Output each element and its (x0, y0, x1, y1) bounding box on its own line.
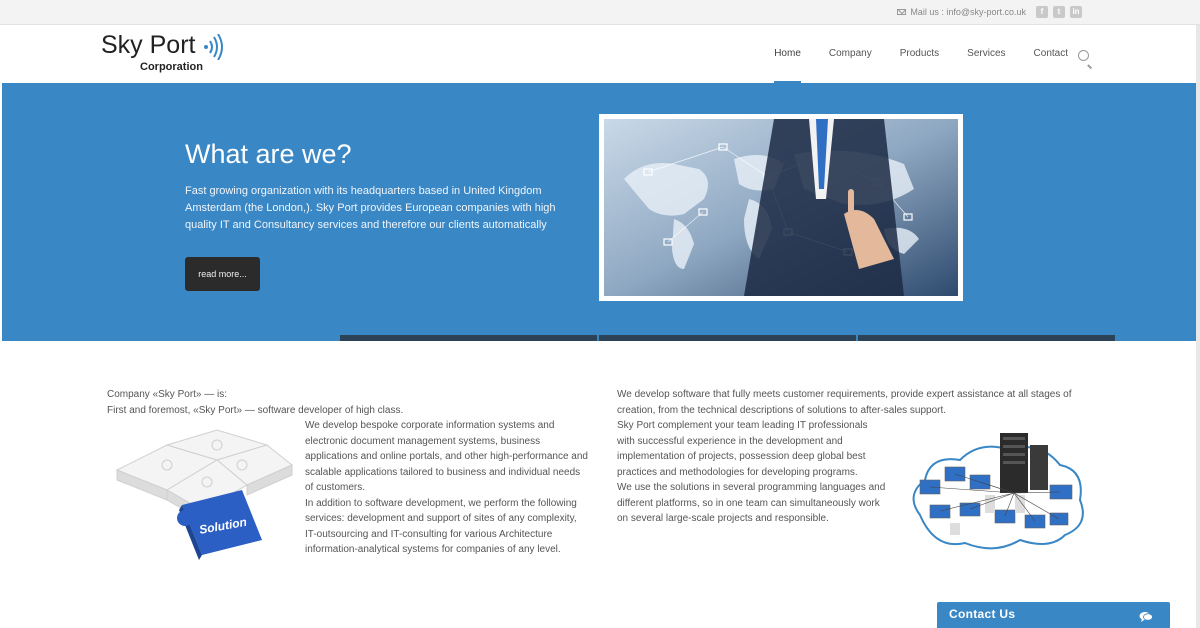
signal-waves-icon (204, 34, 223, 60)
read-more-button[interactable]: read more... (185, 257, 260, 291)
social-links: f t in (1036, 6, 1082, 18)
slider-tab[interactable] (340, 335, 597, 341)
puzzle-solution-image: Solution (115, 429, 293, 560)
linkedin-icon[interactable]: in (1070, 6, 1082, 18)
scrollbar[interactable] (1196, 25, 1200, 628)
left-intro-line-1: Company «Sky Port» — is: (107, 389, 228, 400)
mail-text[interactable]: Mail us : info@sky-port.co.uk (910, 7, 1026, 17)
site-header: Sky Port Corporation Home Company Produc… (0, 25, 1200, 83)
slider-tabs (340, 335, 1115, 341)
logo[interactable]: Sky Port Corporation (101, 31, 231, 75)
hero-image-frame (599, 114, 963, 301)
businessman-world-map-image (604, 119, 958, 296)
top-bar: Mail us : info@sky-port.co.uk f t in (0, 0, 1200, 25)
nav-services[interactable]: Services (953, 25, 1019, 83)
left-body: We develop bespoke corporate information… (305, 418, 590, 558)
mail-info[interactable]: Mail us : info@sky-port.co.uk (897, 7, 1026, 17)
contact-us-label: Contact Us (949, 607, 1016, 621)
main-nav: Home Company Products Services Contact (760, 25, 1082, 83)
nav-company[interactable]: Company (815, 25, 886, 83)
right-intro: We develop software that fully meets cus… (617, 389, 1072, 416)
nav-products[interactable]: Products (886, 25, 953, 83)
nav-home[interactable]: Home (760, 25, 815, 83)
hero-banner: What are we? Fast growing organization w… (2, 83, 1196, 341)
facebook-icon[interactable]: f (1036, 6, 1048, 18)
mail-icon (897, 9, 907, 15)
nav-contact[interactable]: Contact (1020, 25, 1082, 83)
left-intro: Company «Sky Port» — is: First and forem… (107, 387, 587, 418)
right-paragraph-1: Sky Port complement your team leading IT… (617, 420, 868, 478)
slider-tab[interactable] (599, 335, 856, 341)
slider-tab[interactable] (858, 335, 1115, 341)
left-paragraph-1: We develop bespoke corporate information… (305, 420, 588, 493)
twitter-icon[interactable]: t (1053, 6, 1065, 18)
chat-bubble-icon (1139, 612, 1153, 622)
hero-title: What are we? (185, 139, 352, 169)
left-paragraph-2: In addition to software development, we … (305, 497, 577, 556)
search-icon[interactable] (1078, 50, 1089, 61)
logo-sub-text: Corporation (140, 61, 203, 73)
hero-text: Fast growing organization with its headq… (185, 185, 556, 231)
right-paragraph-2: We use the solutions in several programm… (617, 482, 886, 524)
contact-us-widget[interactable]: Contact Us (937, 602, 1170, 628)
network-cloud-image (912, 433, 1084, 550)
left-intro-line-2: First and foremost, «Sky Port» — softwar… (107, 404, 404, 416)
right-body: Sky Port complement your team leading IT… (617, 418, 887, 527)
